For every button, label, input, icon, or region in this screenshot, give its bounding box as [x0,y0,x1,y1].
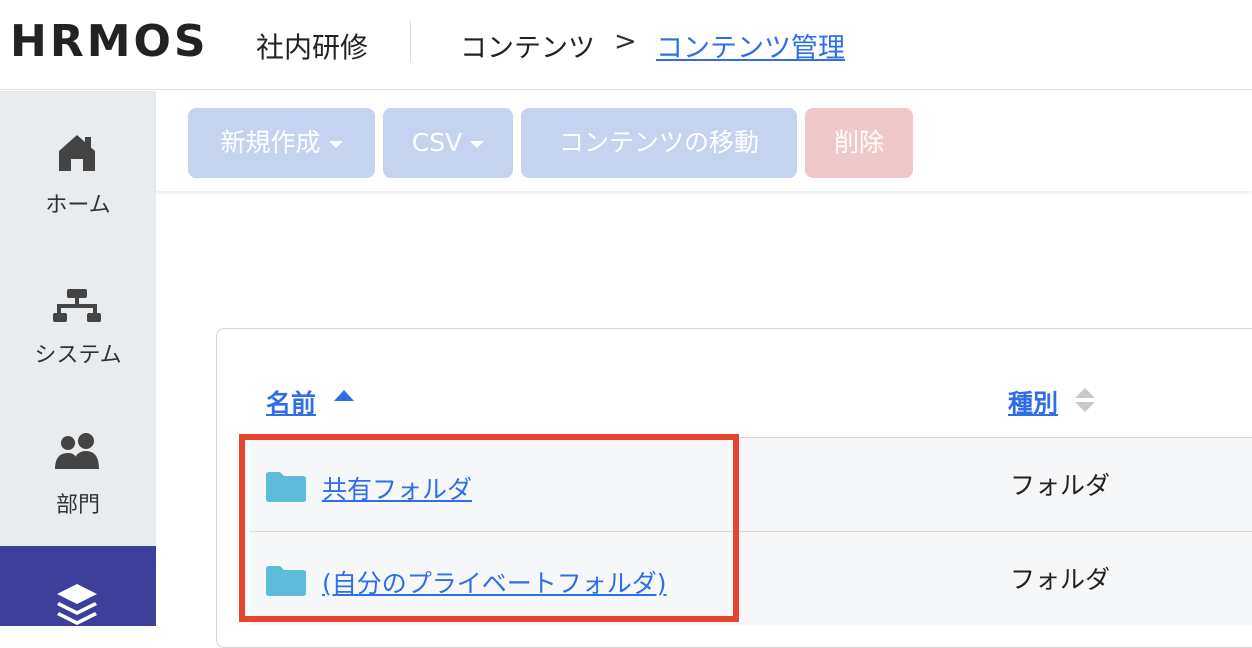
table-row: (自分のプライベートフォルダ) フォルダ [250,531,1252,625]
sort-ascending-icon[interactable] [334,390,354,401]
folder-type: フォルダ [1010,471,1111,500]
sort-unsorted-icon[interactable] [1075,388,1095,414]
sidebar-item-department[interactable]: 部門 [0,391,156,541]
department-icon [55,433,99,469]
new-create-dropdown-button[interactable]: 新規作成 [188,108,375,178]
system-icon [53,289,101,322]
sidebar-item-home-label: ホーム [45,193,111,218]
column-header-name[interactable]: 名前 [266,384,316,420]
folder-icon [266,472,306,502]
folder-icon [266,566,306,596]
caret-down-icon [328,140,343,148]
sidebar-item-home[interactable]: ホーム [0,91,156,241]
breadcrumb-current-link[interactable]: コンテンツ管理 [656,26,845,65]
app-header: HRMOS 社内研修 コンテンツ > コンテンツ管理 [0,0,1252,90]
hrmos-logo[interactable]: HRMOS [10,18,209,66]
sidebar-item-contents[interactable] [0,546,156,626]
folder-name-link[interactable]: 共有フォルダ [322,470,472,506]
sidebar-item-system[interactable]: システム [0,241,156,391]
breadcrumb-parent: コンテンツ [460,33,595,64]
new-create-label: 新規作成 [220,128,321,157]
home-icon [59,135,95,171]
breadcrumb-separator: > [614,26,637,57]
folder-name-link[interactable]: (自分のプライベートフォルダ) [322,564,667,600]
sidebar-item-department-label: 部門 [55,493,100,518]
csv-label: CSV [411,128,463,157]
table-row: 共有フォルダ フォルダ [250,437,1252,531]
move-contents-button[interactable]: コンテンツの移動 [521,108,797,178]
csv-dropdown-button[interactable]: CSV [383,108,513,178]
toolbar: 新規作成 CSV コンテンツの移動 削除 [156,91,1252,191]
folder-type: フォルダ [1010,565,1111,594]
column-header-type[interactable]: 種別 [1008,384,1058,420]
delete-button[interactable]: 削除 [805,108,913,178]
header-divider [410,20,411,62]
caret-down-icon [470,140,485,148]
layers-icon [57,584,97,625]
product-name: 社内研修 [256,31,369,64]
sidebar: ホーム システム 部門 [0,91,156,626]
sidebar-item-system-label: システム [34,343,122,368]
